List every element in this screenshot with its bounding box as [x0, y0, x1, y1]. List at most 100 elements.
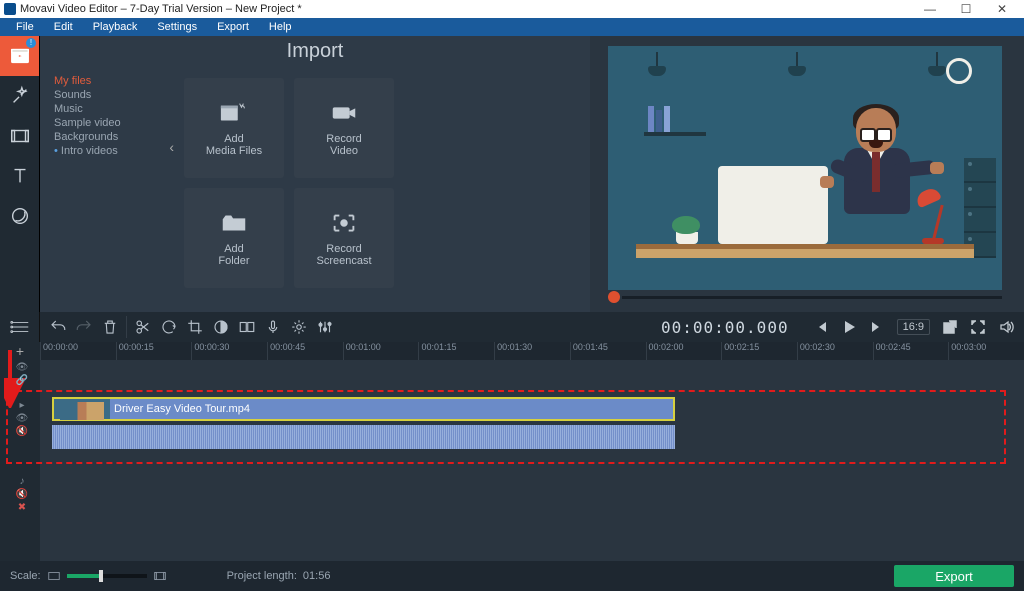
- nav-import[interactable]: !: [0, 36, 39, 76]
- nav-stickers[interactable]: [0, 196, 39, 236]
- volume-button[interactable]: [994, 315, 1018, 339]
- eye-icon[interactable]: 👁: [16, 362, 29, 373]
- ruler-tick: 00:01:30: [494, 342, 570, 360]
- aspect-ratio-selector[interactable]: 16:9: [897, 319, 930, 335]
- import-categories: My files Sounds Music Sample video Backg…: [40, 68, 170, 312]
- zoom-out-icon[interactable]: [47, 569, 61, 583]
- music-note-icon[interactable]: ♪: [20, 476, 25, 487]
- project-length-value: 01:56: [303, 570, 331, 582]
- import-panel: Import My files Sounds Music Sample vide…: [40, 36, 590, 312]
- popout-button[interactable]: [938, 315, 962, 339]
- tile-record-video[interactable]: Record Video: [294, 78, 394, 178]
- eye-icon[interactable]: 👁: [16, 413, 29, 424]
- nav-filters[interactable]: [0, 76, 39, 116]
- fullscreen-button[interactable]: [966, 315, 990, 339]
- video-track-icon[interactable]: ▸: [19, 400, 24, 411]
- ruler-tick: 00:01:00: [343, 342, 419, 360]
- cat-music[interactable]: Music: [54, 102, 164, 116]
- nav-transitions[interactable]: [0, 116, 39, 156]
- split-button[interactable]: [131, 315, 155, 339]
- tile-record-screencast-label: Record Screencast: [316, 243, 371, 267]
- menu-export[interactable]: Export: [207, 21, 259, 33]
- video-track-controls: ▸ 👁 🔇: [8, 400, 36, 437]
- tile-add-folder-label: Add Folder: [218, 243, 249, 267]
- side-nav: !: [0, 36, 40, 312]
- cat-my-files[interactable]: My files: [54, 74, 164, 88]
- transition-wizard-button[interactable]: [235, 315, 259, 339]
- scrubber-handle-icon[interactable]: [608, 291, 620, 303]
- overlay-track-controls: 👁🔗: [8, 362, 36, 386]
- zoom-in-icon[interactable]: [153, 569, 167, 583]
- crop-button[interactable]: [183, 315, 207, 339]
- project-length-label: Project length:: [227, 570, 297, 582]
- zoom-slider[interactable]: [67, 574, 147, 578]
- video-clip[interactable]: Driver Easy Video Tour.mp4: [52, 397, 675, 421]
- link-icon[interactable]: 🔗: [16, 375, 28, 386]
- record-audio-button[interactable]: [261, 315, 285, 339]
- mute-icon[interactable]: 🔇: [16, 426, 28, 437]
- badge-icon: !: [26, 38, 36, 48]
- minimize-button[interactable]: —: [912, 0, 948, 18]
- nav-titles[interactable]: [0, 156, 39, 196]
- color-adjust-button[interactable]: [209, 315, 233, 339]
- ruler-tick: 00:02:30: [797, 342, 873, 360]
- menu-bar: File Edit Playback Settings Export Help: [0, 18, 1024, 36]
- timeline-mode-toggle[interactable]: [0, 312, 40, 342]
- ruler-tick: 00:02:45: [873, 342, 949, 360]
- cat-sounds[interactable]: Sounds: [54, 88, 164, 102]
- maximize-button[interactable]: ☐: [948, 0, 984, 18]
- preview-scrubber[interactable]: [608, 290, 1002, 304]
- timeline-body[interactable]: 00:00:00 00:00:15 00:00:30 00:00:45 00:0…: [40, 342, 1024, 561]
- menu-settings[interactable]: Settings: [147, 21, 207, 33]
- menu-playback[interactable]: Playback: [83, 21, 148, 33]
- preview-scene: [608, 46, 1002, 290]
- redo-button[interactable]: [72, 315, 96, 339]
- tile-add-media-label: Add Media Files: [206, 133, 262, 157]
- undo-button[interactable]: [46, 315, 70, 339]
- delete-button[interactable]: [98, 315, 122, 339]
- window-title: Movavi Video Editor – 7-Day Trial Versio…: [20, 3, 912, 15]
- clip-filename: Driver Easy Video Tour.mp4: [114, 403, 250, 415]
- import-tiles: Add Media Files Record Video Add Folder …: [170, 68, 590, 312]
- ruler-tick: 00:01:15: [418, 342, 494, 360]
- cat-intro-videos[interactable]: Intro videos: [54, 144, 164, 158]
- scrubber-track[interactable]: [622, 296, 1002, 299]
- ruler-tick: 00:00:15: [116, 342, 192, 360]
- clip-properties-button[interactable]: [287, 315, 311, 339]
- ruler-tick: 00:02:00: [646, 342, 722, 360]
- preview-panel: ?: [590, 36, 1024, 312]
- cat-sample-video[interactable]: Sample video: [54, 116, 164, 130]
- collapse-categories-icon[interactable]: ‹: [169, 138, 174, 156]
- close-button[interactable]: ✕: [984, 0, 1020, 18]
- audio-track-controls: ♪ 🔇 ✖: [8, 476, 36, 513]
- prev-frame-button[interactable]: [809, 315, 833, 339]
- menu-file[interactable]: File: [6, 21, 44, 33]
- rotate-button[interactable]: [157, 315, 181, 339]
- cat-backgrounds[interactable]: Backgrounds: [54, 130, 164, 144]
- toolbar: 00:00:00.000 16:9: [0, 312, 1024, 342]
- ruler-tick: 00:00:30: [191, 342, 267, 360]
- tile-add-media[interactable]: Add Media Files: [184, 78, 284, 178]
- unlink-icon[interactable]: ✖: [18, 502, 26, 513]
- tile-record-screencast[interactable]: Record Screencast: [294, 188, 394, 288]
- menu-help[interactable]: Help: [259, 21, 302, 33]
- timeline: + 00:00:00 00:00:15 00:00:30 00:00:45 00…: [0, 342, 1024, 561]
- import-title: Import: [40, 36, 590, 68]
- waveform-icon: [52, 425, 675, 449]
- window-titlebar: Movavi Video Editor – 7-Day Trial Versio…: [0, 0, 1024, 18]
- export-button[interactable]: Export: [894, 565, 1014, 587]
- equalizer-button[interactable]: [313, 315, 337, 339]
- play-button[interactable]: [837, 315, 861, 339]
- audio-clip[interactable]: [52, 425, 675, 449]
- time-ruler[interactable]: 00:00:00 00:00:15 00:00:30 00:00:45 00:0…: [40, 342, 1024, 360]
- app-logo-icon: [4, 3, 16, 15]
- scale-label: Scale:: [10, 570, 41, 582]
- mute-icon[interactable]: 🔇: [16, 489, 28, 500]
- tile-add-folder[interactable]: Add Folder: [184, 188, 284, 288]
- clip-thumbnail: [54, 399, 110, 419]
- menu-edit[interactable]: Edit: [44, 21, 83, 33]
- preview-video[interactable]: [608, 46, 1002, 290]
- next-frame-button[interactable]: [865, 315, 889, 339]
- ruler-tick: 00:03:00: [948, 342, 1024, 360]
- status-bar: Scale: Project length: 01:56 Export: [0, 561, 1024, 591]
